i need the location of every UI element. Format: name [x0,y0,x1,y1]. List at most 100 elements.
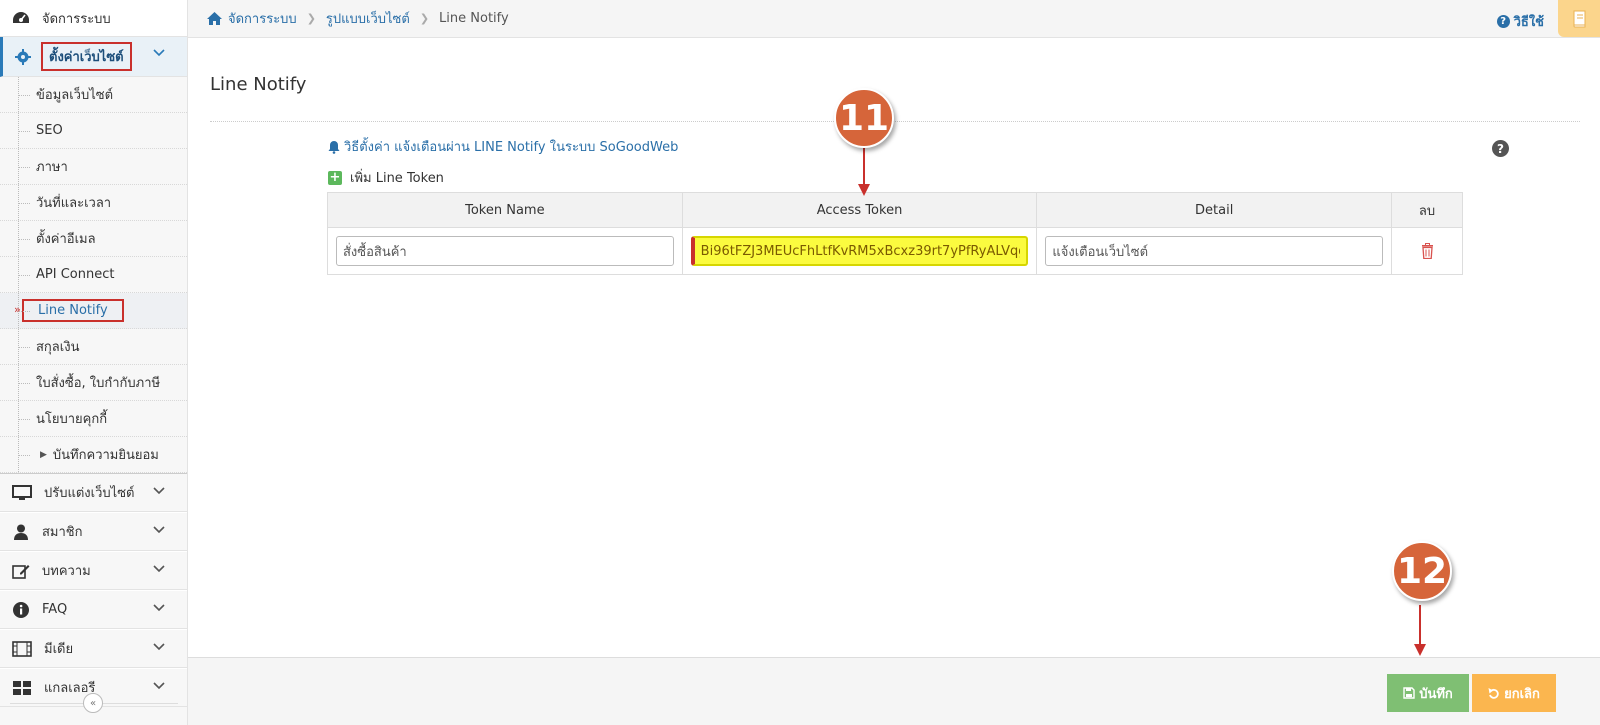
sidebar-subitem-label: SEO [36,123,63,138]
page-title: Line Notify [210,74,307,95]
access-token-cell [681,227,1038,275]
delete-cell [1391,227,1463,275]
plus-square-icon: + [328,170,342,185]
floppy-disk-icon [1403,687,1415,699]
token-table: Token Name Access Token Detail ลบ [327,192,1463,275]
double-chevron-left-icon: « [89,697,97,709]
table-row [327,227,1463,275]
help-link[interactable]: ? วิธีใช้ [1496,11,1544,32]
chevron-down-icon [153,604,165,612]
collapse-sidebar-button[interactable]: « [83,693,103,713]
bell-icon [328,140,340,154]
column-header-token-name: Token Name [327,192,683,228]
table-header-row: Token Name Access Token Detail ลบ [327,192,1463,228]
sidebar-item-faq[interactable]: FAQ [0,590,187,629]
notes-button[interactable] [1558,0,1600,37]
step-callout-12: 12 [1392,541,1452,601]
sidebar-subitem-label: นโยบายคุกกี้ [36,412,108,427]
sidebar-item-system[interactable]: จัดการระบบ [0,0,187,37]
sidebar-item-label: มีเดีย [44,642,74,657]
chevron-down-icon [153,526,165,534]
sidebar-subitem-label: ตั้งค่าอีเมล [36,232,96,247]
chevron-right-icon: ❯ [419,12,430,25]
sidebar-subitem-email[interactable]: ตั้งค่าอีเมล [0,221,187,257]
cancel-label: ยกเลิก [1504,685,1540,701]
token-name-input[interactable] [336,236,674,266]
sidebar-subitem-cookie-policy[interactable]: นโยบายคุกกี้ [0,401,187,437]
sidebar-item-label: ตั้งค่าเว็บไซต์ [41,42,132,71]
chevron-down-icon [153,643,165,651]
sidebar-subitem-site-info[interactable]: ข้อมูลเว็บไซต์ [0,77,187,113]
title-divider [210,121,1580,122]
sidebar-item-website-settings[interactable]: ตั้งค่าเว็บไซต์ [0,37,187,77]
film-icon [12,640,32,657]
current-marker-icon: » [14,303,21,316]
token-name-cell [327,227,683,275]
sidebar-subitem-consent-log[interactable]: ▶ บันทึกความยินยอม [0,437,187,473]
save-label: บันทึก [1419,685,1453,701]
action-bar: บันทึก ยกเลิก [188,657,1600,725]
sidebar-subitem-invoice[interactable]: ใบสั่งซื้อ, ใบกำกับภาษี [0,365,187,401]
sidebar-subitem-label: สกุลเงิน [36,340,80,355]
sidebar-subitem-line-notify[interactable]: » Line Notify [0,293,187,329]
top-bar: จัดการระบบ ❯ รูปแบบเว็บไซต์ ❯ Line Notif… [188,0,1600,38]
breadcrumb-section-link[interactable]: รูปแบบเว็บไซต์ [326,8,410,29]
chevron-down-icon [153,565,165,573]
breadcrumb-home-link[interactable]: จัดการระบบ [228,8,297,29]
sidebar-subitem-seo[interactable]: SEO [0,113,187,149]
chevron-down-icon [153,49,165,57]
add-token-button[interactable]: + เพิ่ม Line Token [328,167,444,188]
user-icon [14,524,28,540]
sidebar-item-label: สมาชิก [42,525,83,540]
sidebar-item-label: FAQ [42,602,68,617]
delete-row-button[interactable] [1400,243,1454,259]
howto-link[interactable]: วิธีตั้งค่า แจ้งเตือนผ่าน LINE Notify ใน… [328,136,678,157]
access-token-input[interactable] [690,236,1029,266]
gear-icon [15,48,31,65]
sidebar-subitem-label: ภาษา [36,160,68,175]
notebook-icon [1573,10,1586,27]
chevron-down-icon [153,487,165,495]
home-icon[interactable] [206,11,223,26]
annotation-arrows [858,148,1426,656]
sidebar-item-media[interactable]: มีเดีย [0,629,187,668]
caret-right-icon: ▶ [40,449,47,460]
sidebar-subitem-currency[interactable]: สกุลเงิน [0,329,187,365]
undo-icon [1488,688,1499,699]
trash-icon [1421,243,1433,259]
chevron-right-icon: ❯ [306,12,316,25]
step-callout-11: 11 [834,88,894,148]
sidebar-subitem-label: API Connect [36,267,115,282]
sidebar-subitem-label: Line Notify [22,299,124,322]
sidebar-subitem-language[interactable]: ภาษา [0,149,187,185]
sidebar-subitem-api-connect[interactable]: API Connect [0,257,187,293]
column-header-detail: Detail [1036,192,1393,228]
chevron-down-icon [153,682,165,690]
question-circle-icon[interactable]: ? [1492,140,1509,157]
edit-icon [12,564,30,579]
question-circle-icon: ? [1496,15,1510,28]
sidebar-subitem-label: ใบสั่งซื้อ, ใบกำกับภาษี [36,376,161,391]
sidebar-subitem-datetime[interactable]: วันที่และเวลา [0,185,187,221]
add-token-label: เพิ่ม Line Token [350,171,444,186]
dashboard-icon [13,12,29,23]
sidebar-subitem-label: วันที่และเวลา [36,196,112,211]
column-header-delete: ลบ [1391,192,1463,228]
cancel-button[interactable]: ยกเลิก [1472,674,1556,712]
sidebar: จัดการระบบ ตั้งค่าเว็บไซต์ ข้อมูลเว็บไซต… [0,0,188,725]
sidebar-item-customize[interactable]: ปรับแต่งเว็บไซต์ [0,473,187,512]
breadcrumb: จัดการระบบ ❯ รูปแบบเว็บไซต์ ❯ Line Notif… [206,8,509,29]
howto-link-text: วิธีตั้งค่า แจ้งเตือนผ่าน LINE Notify ใน… [344,140,679,155]
info-icon [13,601,29,618]
gallery-icon [13,680,31,695]
sidebar-item-articles[interactable]: บทความ [0,551,187,590]
sidebar-item-label: จัดการระบบ [42,11,111,27]
save-button[interactable]: บันทึก [1387,674,1469,712]
sidebar-subitem-label: บันทึกความยินยอม [52,448,159,463]
sidebar-item-members[interactable]: สมาชิก [0,512,187,551]
breadcrumb-current: Line Notify [439,11,509,26]
sidebar-item-label: บทความ [42,564,91,579]
detail-input[interactable] [1045,236,1384,266]
monitor-icon [12,484,32,500]
sidebar-subitem-label: ข้อมูลเว็บไซต์ [36,88,114,103]
